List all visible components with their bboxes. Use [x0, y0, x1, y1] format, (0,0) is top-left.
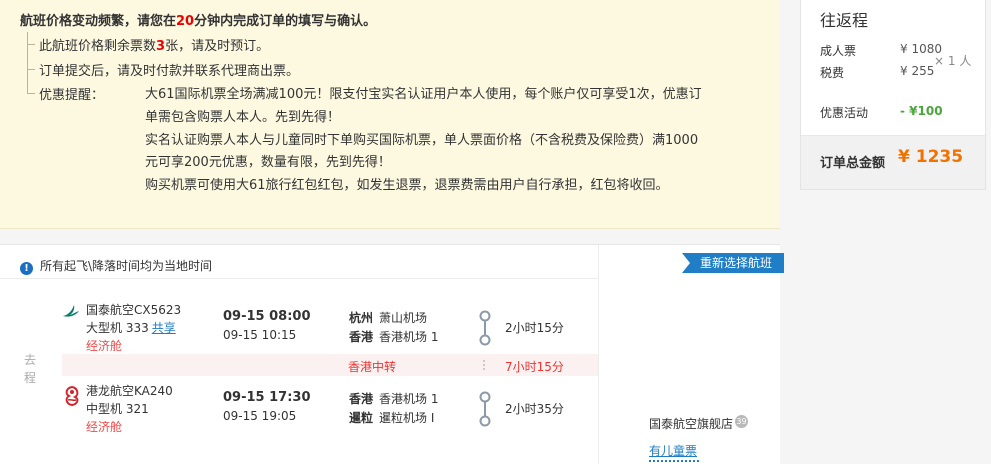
notice-item-promo: 优惠提醒：: [27, 84, 104, 103]
reselect-flight-button[interactable]: 重新选择航班: [682, 253, 784, 273]
cabin-class: 经济舱: [86, 420, 123, 434]
airline-flight-number: 港龙航空KA240: [86, 384, 173, 398]
arrival-time: 09-15 10:15: [223, 328, 297, 342]
child-ticket-link[interactable]: 有儿童票: [649, 442, 697, 459]
tax-price: ¥ 255: [900, 64, 935, 78]
flight-duration: 2小时15分: [505, 321, 564, 335]
flight-duration: 2小时35分: [505, 402, 564, 416]
airline-store[interactable]: 国泰航空旗舰店 39: [649, 415, 749, 432]
aircraft-model: 中型机 321: [86, 402, 149, 416]
transfer-duration: 7小时15分: [505, 360, 564, 374]
airline-flight-number: 国泰航空CX5623: [86, 303, 182, 317]
cathay-pacific-logo-icon: [63, 305, 79, 317]
outbound-leg-label: 去程: [24, 353, 37, 385]
payment-reminder-text: 订单提交后，请及时付款并联系代理商出票。: [39, 64, 300, 79]
store-badge: 39: [735, 415, 749, 428]
order-total-label: 订单总金额: [820, 156, 886, 171]
transfer-dots-icon: [483, 358, 486, 371]
transfer-row: 香港中转 7小时15分: [62, 354, 598, 376]
promo-line: 实名认证购票人本人与儿童同时下单购买国际机票，单人票面价格（不含税费及保险费）满…: [145, 132, 699, 148]
link-underline-decoration: [649, 460, 699, 464]
notice-item-payment: 订单提交后，请及时付款并联系代理商出票。: [27, 60, 299, 79]
info-icon: !: [20, 262, 33, 275]
local-time-text: 所有起飞\降落时间均为当地时间: [40, 259, 213, 273]
promo-discount-value: - ¥100: [900, 104, 943, 118]
notice-title-minutes: 20: [176, 14, 195, 29]
promo-activity-label: 优惠活动: [820, 106, 869, 120]
promo-label: 优惠提醒：: [39, 88, 105, 103]
passenger-count: × 1 人: [934, 54, 972, 68]
local-time-note: ! 所有起飞\降落时间均为当地时间: [20, 257, 212, 275]
departure-city: 杭州: [349, 311, 374, 325]
trip-type-title: 往返程: [820, 11, 869, 30]
departure-airport: 萧山机场: [379, 311, 428, 325]
adult-ticket-label: 成人票: [820, 44, 857, 58]
promo-line: 单需包含购票人本人。先到先得！: [145, 109, 341, 125]
header-divider: [0, 278, 598, 279]
departure-place: 香港 香港机场 1: [349, 390, 438, 407]
departure-place: 杭州 萧山机场: [349, 309, 427, 326]
reselect-flight-label: 重新选择航班: [700, 256, 773, 270]
price-summary-panel: 往返程 成人票 ¥ 1080 税费 ¥ 255 × 1 人 优惠活动 - ¥10…: [800, 0, 986, 190]
departure-city: 香港: [349, 392, 374, 406]
departure-airport: 香港机场 1: [379, 392, 439, 406]
dragonair-logo-icon: [65, 385, 79, 407]
arrival-city: 暹粒: [349, 411, 374, 425]
notice-title: 航班价格变动频繁，请您在20分钟内完成订单的填写与确认。: [20, 10, 376, 29]
order-total-band: 订单总金额 ¥ 1235: [801, 136, 985, 189]
price-change-notice: 航班价格变动频繁，请您在20分钟内完成订单的填写与确认。 此航班价格剩余票数3张…: [0, 0, 780, 229]
arrival-city: 香港: [349, 330, 374, 344]
aircraft-model-text: 大型机 333: [86, 321, 149, 335]
promo-line: 购买机票可使用大61旅行红包红包，如发生退票，退票费需由用户自行承担，红包将收回…: [145, 178, 669, 194]
arrival-airport: 香港机场 1: [379, 330, 439, 344]
airline-store-name: 国泰航空旗舰店: [649, 417, 734, 431]
promo-line: 元可享200元优惠，数量有限，先到先得！: [145, 155, 391, 171]
notice-item-remaining-tickets: 此航班价格剩余票数3张，请及时预订。: [27, 35, 269, 54]
departure-time: 09-15 08:00: [223, 309, 311, 324]
arrival-airport: 暹粒机场 I: [379, 411, 435, 425]
aircraft-model: 大型机 333 共享: [86, 319, 176, 336]
arrival-place: 暹粒 暹粒机场 I: [349, 409, 434, 426]
flight-details-panel: ! 所有起飞\降落时间均为当地时间 重新选择航班 去程 国泰航空CX5623 大型…: [0, 244, 784, 464]
route-direction-icon: [479, 391, 491, 427]
remaining-tickets-suffix: 张，请及时预订。: [165, 39, 270, 54]
order-total-value: ¥ 1235: [898, 147, 964, 167]
departure-time: 09-15 17:30: [223, 390, 311, 405]
notice-title-prefix: 航班价格变动频繁，请您在: [20, 14, 177, 29]
arrival-place: 香港 香港机场 1: [349, 328, 438, 345]
transfer-city: 香港中转: [348, 360, 397, 374]
promo-line: 大61国际机票全场满减100元！限支付宝实名认证用户本人使用，每个账户仅可享受1…: [145, 87, 702, 102]
tax-label: 税费: [820, 66, 845, 80]
remaining-tickets-count: 3: [156, 39, 166, 54]
notice-title-suffix: 分钟内完成订单的填写与确认。: [194, 14, 377, 29]
promo-text-block: 大61国际机票全场满减100元！限支付宝实名认证用户本人使用，每个账户仅可享受1…: [145, 84, 755, 198]
arrival-time: 09-15 19:05: [223, 409, 297, 423]
column-divider: [598, 245, 599, 464]
remaining-tickets-prefix: 此航班价格剩余票数: [39, 39, 157, 54]
route-direction-icon: [479, 310, 491, 346]
codeshare-link[interactable]: 共享: [152, 321, 176, 335]
cabin-class: 经济舱: [86, 339, 123, 353]
